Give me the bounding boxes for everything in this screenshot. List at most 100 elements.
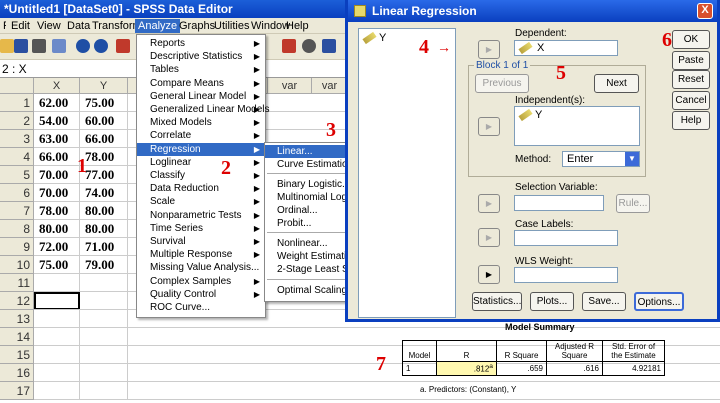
list-item[interactable]: Y [362, 31, 386, 45]
cell-y[interactable] [80, 346, 128, 364]
cell-x[interactable] [34, 328, 80, 346]
move-case-labels-button[interactable]: ▶ [478, 228, 500, 247]
regression-menu-item[interactable]: Ordinal... [265, 204, 353, 217]
goto-case-icon[interactable] [116, 39, 130, 53]
save-button[interactable]: Save... [582, 292, 626, 311]
analyze-menu-item[interactable]: Missing Value Analysis... [137, 261, 265, 274]
cell-y[interactable]: 80.00 [80, 202, 128, 220]
cell-y[interactable]: 71.00 [80, 238, 128, 256]
regression-menu-item[interactable]: Nonlinear... [265, 237, 353, 250]
cell-x[interactable]: 63.00 [34, 130, 80, 148]
cell-x[interactable]: 62.00 [34, 94, 80, 112]
regression-menu-item[interactable]: Optimal Scaling... [265, 284, 353, 297]
cell-x[interactable]: 66.00 [34, 148, 80, 166]
cell-y[interactable]: 74.00 [80, 184, 128, 202]
menu-edit[interactable]: Edit [8, 19, 33, 33]
cell-y[interactable]: 78.00 [80, 148, 128, 166]
analyze-menu-item[interactable]: Regression ▶ [137, 142, 265, 156]
analyze-menu-item[interactable]: Quality Control ▶ [137, 288, 265, 301]
menu-utilities[interactable]: Utilities [211, 19, 252, 33]
menu-analyze[interactable]: Analyze [135, 19, 181, 33]
analyze-menu-item[interactable]: Data Reduction ▶ [137, 182, 265, 195]
analyze-menu-item[interactable]: Loglinear ▶ [137, 156, 265, 169]
next-button[interactable]: Next [594, 74, 639, 93]
cell-x[interactable] [34, 292, 80, 310]
menu-file[interactable]: File [0, 19, 6, 33]
regression-menu-item[interactable]: Binary Logistic... [265, 178, 353, 191]
analyze-menu-item[interactable]: Compare Means ▶ [137, 77, 265, 90]
move-wls-button[interactable]: ▶ [478, 265, 500, 284]
case-labels-field[interactable] [514, 230, 618, 246]
analyze-menu-item[interactable]: Mixed Models ▶ [137, 116, 265, 129]
cell-y[interactable]: 66.00 [80, 130, 128, 148]
list-item[interactable]: Y [518, 108, 542, 122]
statistics-button[interactable]: Statistics... [472, 292, 522, 311]
row-header[interactable]: 3 [0, 130, 34, 148]
regression-menu-item[interactable]: 2-Stage Least Squares... [265, 263, 353, 276]
cell-x[interactable]: 78.00 [34, 202, 80, 220]
analyze-menu-item[interactable]: Generalized Linear Models ▶ [137, 103, 270, 116]
cell-y[interactable] [80, 382, 128, 400]
row-header[interactable]: 5 [0, 166, 34, 184]
analyze-menu-item[interactable]: General Linear Model ▶ [137, 90, 265, 103]
analyze-menu-item[interactable]: Descriptive Statistics ▶ [137, 50, 265, 63]
row-header[interactable]: 4 [0, 148, 34, 166]
row-header[interactable]: 13 [0, 310, 34, 328]
use-sets-icon[interactable] [322, 39, 336, 53]
cell-y[interactable] [80, 274, 128, 292]
ok-button[interactable]: OK [672, 30, 710, 49]
select-cases-icon[interactable] [282, 39, 296, 53]
move-selection-button[interactable]: ▶ [478, 194, 500, 213]
cell-x[interactable]: 70.00 [34, 166, 80, 184]
row-header[interactable]: 16 [0, 364, 34, 382]
cell-y[interactable] [80, 328, 128, 346]
analyze-menu-item[interactable]: Correlate ▶ [137, 129, 265, 142]
cell-x[interactable]: 70.00 [34, 184, 80, 202]
regression-menu-item[interactable]: Curve Estimation... [265, 158, 353, 171]
cell-x[interactable] [34, 382, 80, 400]
method-select[interactable]: Enter ▼ [562, 151, 640, 167]
column-header-x[interactable]: X [34, 78, 80, 94]
cell-y[interactable]: 77.00 [80, 166, 128, 184]
row-header[interactable]: 8 [0, 220, 34, 238]
analyze-menu-item[interactable]: Survival ▶ [137, 235, 265, 248]
redo-icon[interactable] [94, 39, 108, 53]
row-header[interactable]: 15 [0, 346, 34, 364]
cell-y[interactable]: 80.00 [80, 220, 128, 238]
value-labels-icon[interactable] [302, 39, 316, 53]
row-header[interactable]: 14 [0, 328, 34, 346]
source-variable-list[interactable]: Y [358, 28, 456, 318]
analyze-menu-item[interactable]: ROC Curve... [137, 301, 265, 314]
cell-y[interactable]: 60.00 [80, 112, 128, 130]
cell-x[interactable] [34, 310, 80, 328]
regression-menu-item[interactable]: Probit... [265, 217, 353, 230]
cell-x[interactable] [34, 274, 80, 292]
cell-x[interactable]: 72.00 [34, 238, 80, 256]
analyze-menu-item[interactable]: Multiple Response ▶ [137, 248, 265, 261]
row-header[interactable]: 10 [0, 256, 34, 274]
regression-menu-item[interactable]: Multinomial Logistic... [265, 191, 353, 204]
row-header[interactable]: 1 [0, 94, 34, 112]
save-icon[interactable] [14, 39, 28, 53]
move-dependent-button[interactable]: ▶ [478, 40, 500, 59]
column-header-var[interactable]: var [268, 78, 312, 94]
cell-x[interactable] [34, 346, 80, 364]
wls-weight-field[interactable] [514, 267, 618, 283]
chevron-down-icon[interactable]: ▼ [625, 152, 639, 166]
row-header[interactable]: 6 [0, 184, 34, 202]
menu-help[interactable]: Help [283, 19, 312, 33]
cell-x[interactable]: 80.00 [34, 220, 80, 238]
row-header[interactable]: 2 [0, 112, 34, 130]
independent-list[interactable]: Y [514, 106, 640, 146]
cell-y[interactable] [80, 310, 128, 328]
cell-y[interactable]: 79.00 [80, 256, 128, 274]
analyze-menu-item[interactable]: Tables ▶ [137, 63, 265, 76]
options-button[interactable]: Options... [634, 292, 684, 311]
column-header-var[interactable]: var [312, 78, 348, 94]
close-button[interactable]: X [697, 3, 713, 19]
cell-x[interactable]: 75.00 [34, 256, 80, 274]
cell-y[interactable] [80, 292, 128, 310]
cell-y[interactable]: 75.00 [80, 94, 128, 112]
dependent-field[interactable]: X [514, 40, 618, 56]
plots-button[interactable]: Plots... [530, 292, 574, 311]
